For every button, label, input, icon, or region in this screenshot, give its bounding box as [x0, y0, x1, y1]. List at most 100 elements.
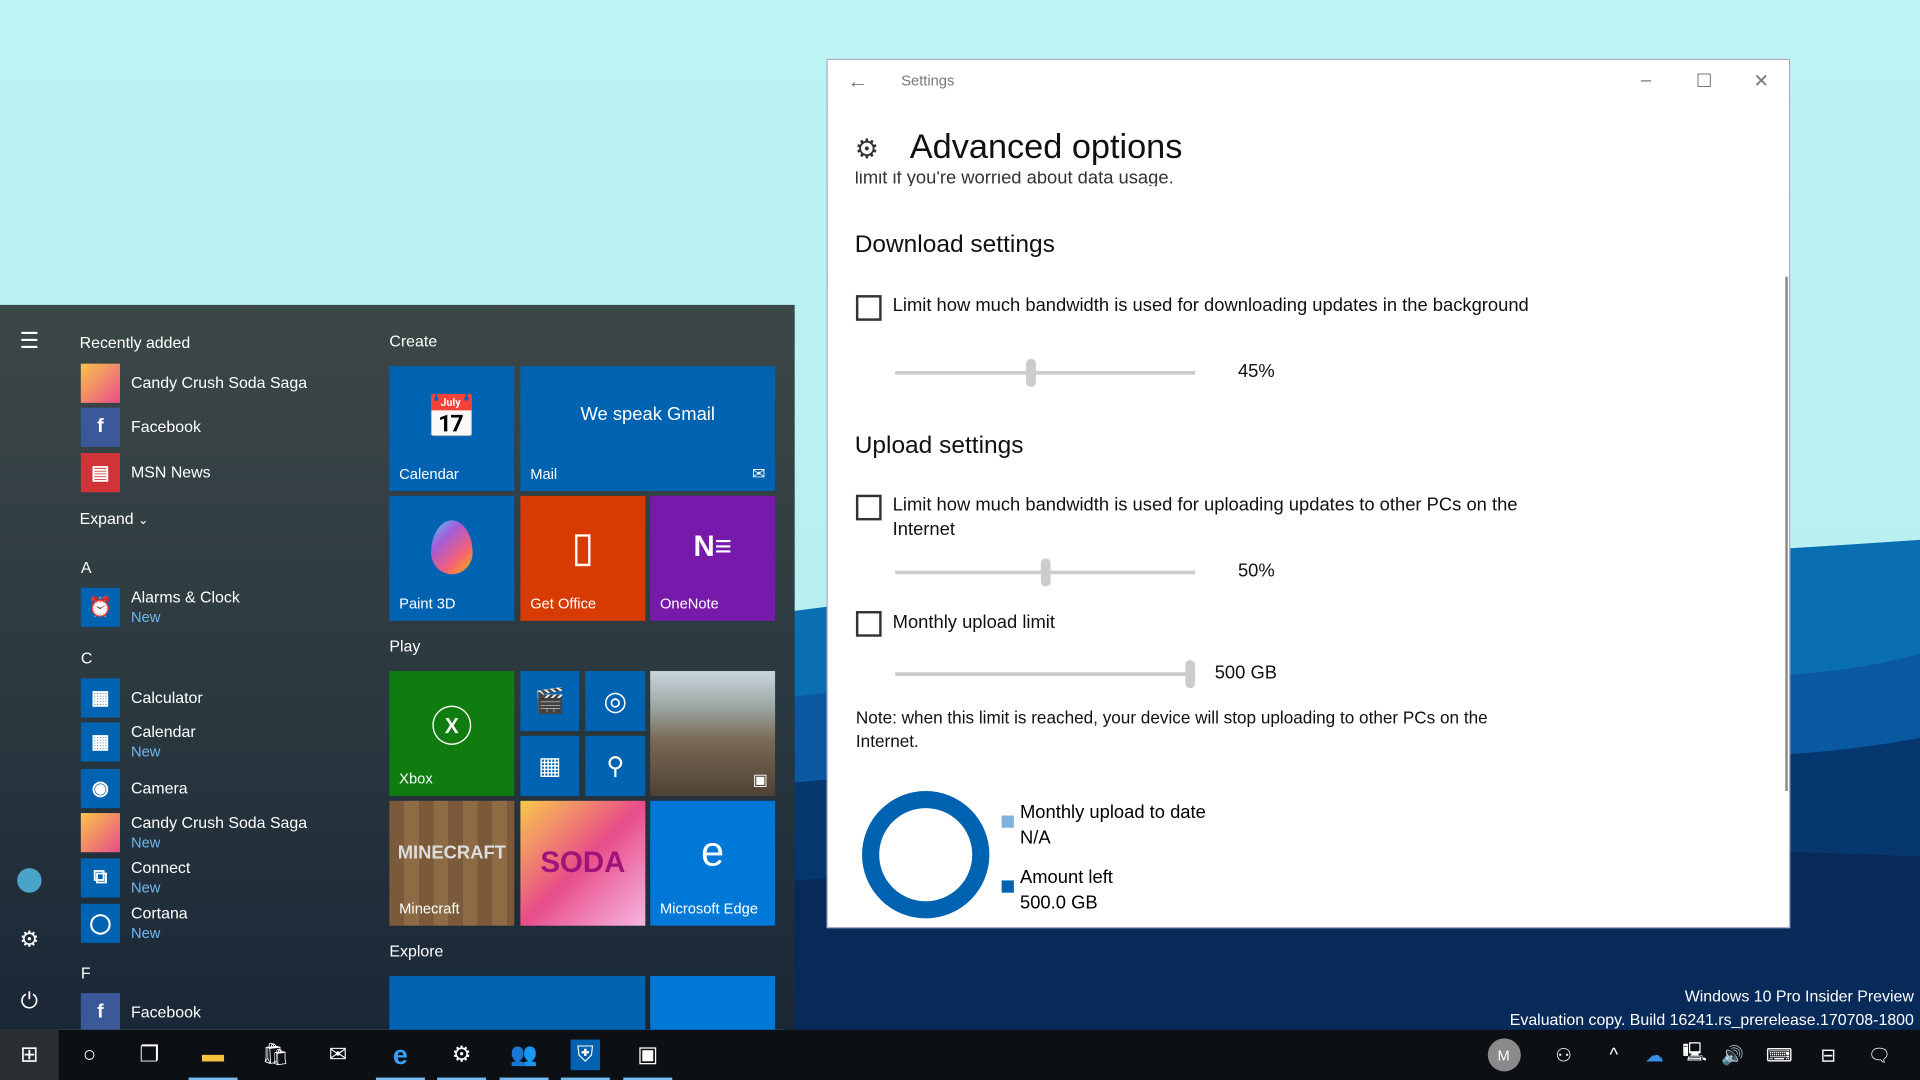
recently-added-heading: Recently added — [79, 333, 191, 352]
minimize-button[interactable]: – — [1641, 70, 1651, 91]
tile-onenote[interactable]: N≡ OneNote — [650, 495, 776, 621]
app-calendar[interactable]: ▦ Calendar New — [80, 721, 196, 763]
cortana-search-icon[interactable]: ○ — [60, 1030, 119, 1080]
keyboard-icon[interactable]: ⌨ — [1758, 1030, 1800, 1080]
monthly-limit-value: 500 GB — [1214, 662, 1277, 684]
group-letter-a[interactable]: A — [81, 558, 92, 576]
task-view-icon[interactable]: ❐ — [120, 1030, 179, 1080]
app-cortana[interactable]: ◯ Cortana New — [80, 902, 188, 944]
tile-xbox[interactable]: ⓧ Xbox — [389, 671, 515, 796]
start-button-windows-icon[interactable]: ⊞ — [0, 1029, 59, 1080]
tile-group-explore: Explore — [389, 941, 444, 961]
app-connect[interactable]: ⧉ Connect New — [80, 857, 190, 899]
maximize-button[interactable]: ☐ — [1696, 70, 1712, 92]
mail-icon[interactable]: ✉ — [309, 1030, 368, 1080]
volume-icon[interactable]: 🔊 — [1712, 1030, 1754, 1080]
people-tray-icon[interactable]: ⚇ — [1543, 1030, 1585, 1080]
settings-icon[interactable]: ⚙ — [432, 1030, 491, 1080]
download-limit-checkbox[interactable] — [855, 295, 882, 321]
onedrive-cloud-icon[interactable]: ☁ — [1633, 1030, 1675, 1080]
app-camera[interactable]: ◉ Camera — [80, 768, 188, 810]
connect-icon: ⧉ — [80, 858, 121, 898]
tile-get-office[interactable]: ▯ Get Office — [520, 495, 646, 621]
settings-gear-icon[interactable]: ⚙ — [0, 915, 59, 964]
tile-edge[interactable]: e Microsoft Edge — [650, 800, 776, 926]
tile-calendar[interactable]: 📅 Calendar — [389, 366, 515, 492]
window-title: Settings — [901, 72, 955, 90]
start-menu: ☰ ⚙ ⏻ Recently added Candy Crush Soda Sa… — [0, 304, 795, 1038]
edge-icon[interactable]: e — [371, 1030, 430, 1080]
legend-swatch-upload — [1001, 815, 1014, 828]
app-facebook[interactable]: f Facebook — [80, 407, 201, 449]
back-arrow-icon[interactable]: ← — [847, 70, 868, 94]
clipped-description: limit if you're worried about data usage… — [854, 171, 1174, 187]
people-icon[interactable]: 👥 — [495, 1030, 554, 1080]
calculator-icon: ▦ — [80, 678, 121, 718]
tile-game[interactable]: ▣ — [650, 671, 776, 796]
groove-music-icon: ◎ — [603, 685, 628, 716]
upload-bandwidth-slider[interactable] — [895, 558, 1196, 587]
tile-groove[interactable]: ◎ — [585, 671, 646, 732]
monthly-limit-label[interactable]: Monthly upload limit — [893, 611, 1554, 635]
legend-swatch-left — [1001, 880, 1014, 893]
monthly-limit-slider[interactable] — [895, 660, 1196, 689]
tile-movies[interactable]: 🎬 — [520, 671, 580, 732]
app-window-icon[interactable]: ▣ — [618, 1030, 677, 1080]
app-candy-crush-list[interactable]: Candy Crush Soda Saga New — [80, 812, 307, 854]
user-avatar[interactable]: M — [1483, 1030, 1525, 1080]
donut-amount-left — [862, 791, 990, 919]
slider-thumb[interactable] — [1025, 358, 1036, 387]
settings-window: ← Settings – ☐ ✕ ⚙ Advanced options limi… — [826, 58, 1791, 929]
action-center-icon[interactable]: 🗨 — [1859, 1030, 1901, 1080]
tablet-mode-icon[interactable]: ⊟ — [1807, 1030, 1849, 1080]
monthly-limit-checkbox[interactable] — [855, 611, 882, 637]
windows-defender-shield-icon[interactable]: ⛨ — [556, 1030, 615, 1080]
network-icon[interactable]: 🖳 — [1674, 1030, 1716, 1080]
upload-settings-heading: Upload settings — [854, 432, 1024, 460]
onenote-icon: N≡ — [693, 530, 732, 564]
paint-3d-icon — [389, 496, 514, 599]
tile-maps[interactable]: ⚲ — [585, 735, 646, 796]
tile-store[interactable] — [389, 975, 646, 1038]
gameloft-icon: ▣ — [752, 770, 768, 789]
tile-paint-3d[interactable]: Paint 3D — [389, 495, 515, 621]
close-button[interactable]: ✕ — [1753, 70, 1768, 92]
upload-limit-label[interactable]: Limit how much bandwidth is used for upl… — [893, 493, 1554, 542]
tile-candy-crush[interactable]: SODA — [520, 800, 646, 926]
tile-calculator[interactable]: ▦ — [520, 735, 580, 796]
hamburger-menu-icon[interactable]: ☰ — [0, 316, 59, 365]
app-msn-news[interactable]: ▤ MSN News — [80, 452, 211, 494]
app-alarms-clock[interactable]: ⏰ Alarms & Clock New — [80, 587, 240, 629]
download-bandwidth-slider[interactable] — [895, 358, 1196, 387]
chevron-up-icon[interactable]: ^ — [1593, 1030, 1635, 1080]
group-letter-f[interactable]: F — [81, 964, 91, 982]
upload-usage-donut — [862, 791, 990, 919]
download-limit-label[interactable]: Limit how much bandwidth is used for dow… — [893, 294, 1554, 318]
calculator-icon: ▦ — [538, 753, 562, 781]
file-explorer-icon[interactable]: ▬ — [184, 1030, 243, 1080]
scrollbar[interactable] — [1785, 276, 1788, 792]
slider-thumb[interactable] — [1040, 558, 1051, 587]
minecraft-logo: MINECRAFT — [397, 841, 506, 863]
store-icon[interactable]: 🛍 — [246, 1030, 305, 1080]
desktop: Windows 10 Pro Insider Preview Evaluatio… — [0, 0, 1920, 1080]
tile-minecraft[interactable]: MINECRAFT Minecraft — [389, 800, 515, 926]
candy-crush-icon — [80, 813, 121, 853]
group-letter-c[interactable]: C — [81, 649, 92, 667]
app-candy-crush[interactable]: Candy Crush Soda Saga — [80, 362, 307, 404]
app-calculator[interactable]: ▦ Calculator — [80, 677, 203, 719]
expand-button[interactable]: Expand ⌄ — [80, 509, 149, 527]
download-settings-heading: Download settings — [854, 231, 1055, 259]
office-icon: ▯ — [571, 524, 595, 571]
legend-upload-to-date: Monthly upload to date N/A — [1020, 802, 1206, 849]
app-facebook-list[interactable]: f Facebook — [80, 992, 201, 1034]
tile-edge-explore[interactable] — [650, 975, 776, 1038]
slider-thumb[interactable] — [1185, 660, 1196, 689]
user-avatar[interactable] — [0, 856, 59, 905]
calendar-icon: ▦ — [80, 722, 121, 762]
tile-group-create: Create — [389, 331, 438, 351]
tile-mail[interactable]: We speak Gmail Mail ✉ — [520, 366, 776, 492]
cortana-icon: ◯ — [80, 903, 121, 943]
upload-limit-checkbox[interactable] — [855, 494, 882, 521]
power-icon[interactable]: ⏻ — [0, 976, 59, 1025]
